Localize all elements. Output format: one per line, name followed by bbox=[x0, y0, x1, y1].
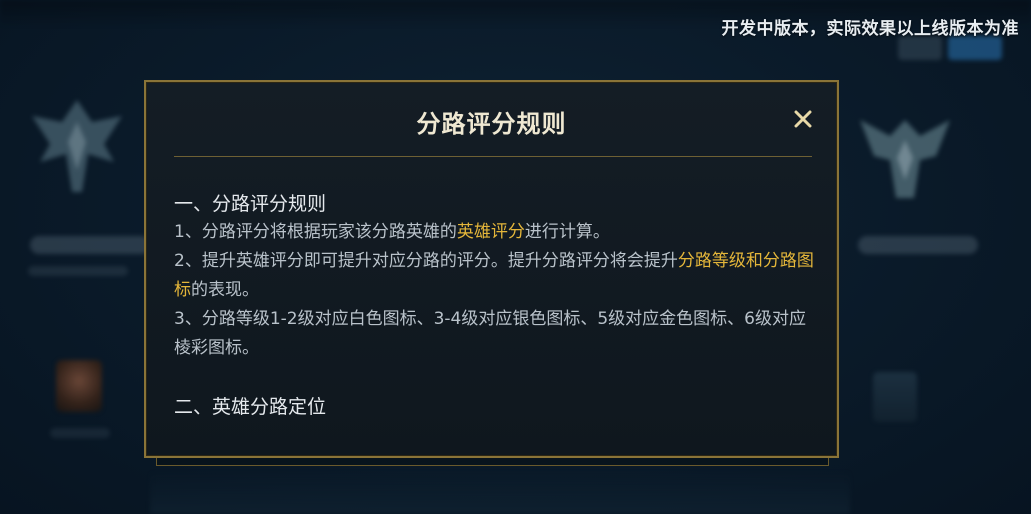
dev-version-watermark: 开发中版本，实际效果以上线版本为准 bbox=[721, 19, 1019, 39]
toggle-right bbox=[948, 36, 1002, 60]
lane-emblem-left-icon bbox=[32, 100, 122, 192]
lane-score-rules-dialog: 分路评分规则 一、分路评分规则 1、分路评分将根据玩家该分路英雄的英雄评分进行计… bbox=[144, 80, 839, 458]
rule-line-1-prefix: 1、分路评分将根据玩家该分路英雄的 bbox=[174, 222, 457, 242]
bottom-nav bbox=[150, 470, 850, 514]
rule-line-1-highlight: 英雄评分 bbox=[456, 222, 525, 242]
hero-avatar bbox=[56, 360, 102, 412]
rules-content[interactable]: 一、分路评分规则 1、分路评分将根据玩家该分路英雄的英雄评分进行计算。 2、提升… bbox=[174, 190, 819, 436]
section-heading-positions: 二、英雄分路定位 bbox=[174, 396, 327, 418]
toggle-left bbox=[898, 36, 942, 60]
hero-avatar-label bbox=[50, 428, 110, 438]
close-button[interactable] bbox=[788, 104, 818, 134]
lane-score-left bbox=[28, 266, 128, 276]
rule-line-1: 1、分路评分将根据玩家该分路英雄的英雄评分进行计算。 bbox=[174, 218, 819, 247]
hero-card-right bbox=[873, 372, 917, 422]
rule-line-2-prefix: 2、提升英雄评分即可提升对应分路的评分。提升分路评分将会提升 bbox=[174, 251, 678, 271]
rule-line-1-suffix: 进行计算。 bbox=[524, 222, 610, 242]
rule-line-3: 3、分路等级1-2级对应白色图标、3-4级对应银色图标、5级对应金色图标、6级对… bbox=[174, 309, 806, 358]
lane-name-right bbox=[858, 236, 978, 254]
section-heading-rules: 一、分路评分规则 bbox=[174, 193, 327, 215]
close-icon bbox=[794, 110, 812, 128]
lane-emblem-right-icon bbox=[860, 120, 950, 198]
lane-name-left bbox=[30, 236, 150, 254]
title-divider bbox=[174, 156, 812, 157]
rule-line-2-suffix: 的表现。 bbox=[191, 280, 259, 300]
dialog-title: 分路评分规则 bbox=[416, 110, 567, 138]
rule-line-2: 2、提升英雄评分即可提升对应分路的评分。提升分路评分将会提升分路等级和分路图标的… bbox=[174, 247, 819, 305]
